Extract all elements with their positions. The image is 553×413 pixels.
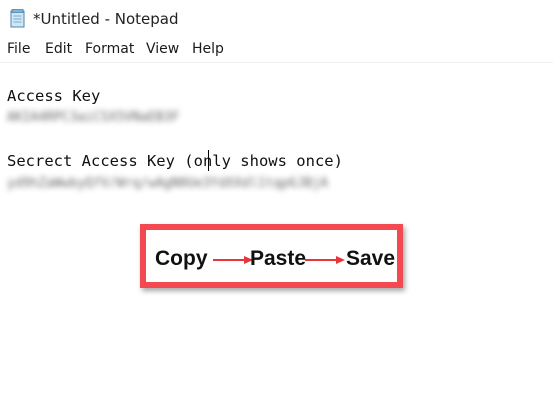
callout-step-paste: Paste [250, 247, 307, 270]
right-arrow-icon [213, 256, 253, 264]
title-bar[interactable]: *Untitled - Notepad [0, 0, 553, 38]
right-arrow-icon [305, 256, 345, 264]
menu-file[interactable]: File [7, 41, 30, 57]
text-caret [208, 150, 209, 171]
access-key-label: Access Key [7, 87, 101, 105]
copy-paste-save-callout: Copy Paste Save [140, 224, 403, 288]
menu-help[interactable]: Help [192, 41, 224, 57]
notepad-window: *Untitled - Notepad File Edit Format Vie… [0, 0, 553, 413]
menu-edit[interactable]: Edit [45, 41, 72, 57]
callout-step-save: Save [346, 247, 396, 270]
access-key-value-blurred: AKIA4RPC3aiCSX5VNaEB3F [7, 110, 180, 125]
secret-key-value-blurred: yd9hZaWwbyQfV/Wrq/wAgN0Ue3YdXXdl1tqp6JBj… [7, 176, 328, 191]
menu-view[interactable]: View [146, 41, 179, 57]
window-title: *Untitled - Notepad [33, 10, 179, 28]
menu-bar: File Edit Format View Help [0, 38, 553, 63]
notepad-icon [10, 9, 25, 28]
callout-step-copy: Copy [155, 247, 208, 270]
menu-format[interactable]: Format [85, 41, 134, 57]
secret-key-label: Secrect Access Key (only shows once) [7, 152, 343, 170]
